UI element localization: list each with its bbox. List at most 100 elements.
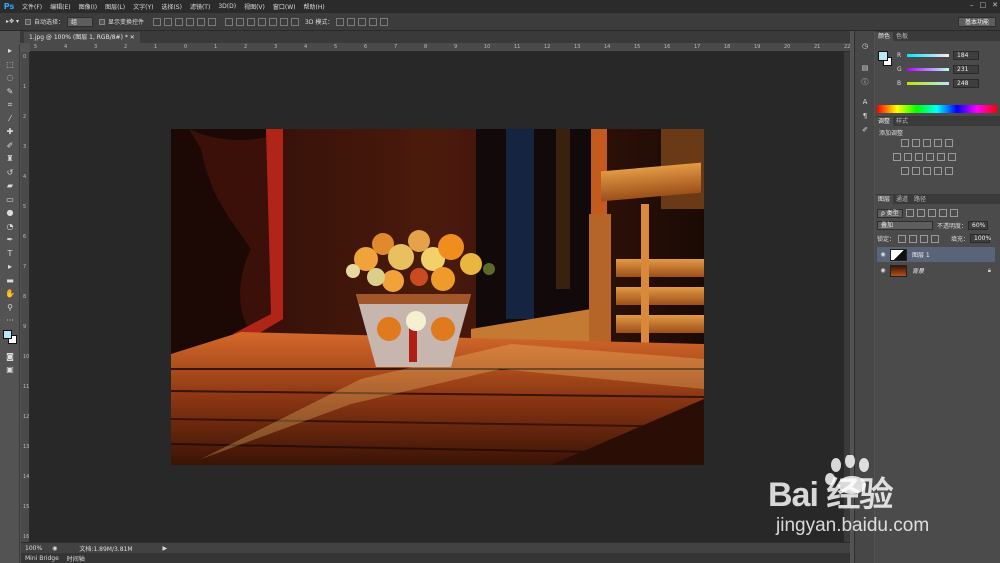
menu-window[interactable]: 窗口(W) xyxy=(269,2,300,11)
show-transform-option[interactable]: 显示变换控件 xyxy=(98,17,144,26)
black-white-icon[interactable] xyxy=(915,153,923,161)
tab-close-icon[interactable]: ✕ xyxy=(130,34,135,41)
hue-saturation-icon[interactable] xyxy=(893,153,901,161)
distribute-right-icon[interactable] xyxy=(280,17,288,26)
color-lookup-icon[interactable] xyxy=(948,153,956,161)
lock-transparency-icon[interactable] xyxy=(898,234,907,243)
panel-foreground-swatch[interactable] xyxy=(878,51,888,61)
info-panel-icon[interactable]: ⓘ xyxy=(855,75,875,89)
distribute-bottom-icon[interactable] xyxy=(247,17,255,26)
document-tab[interactable]: 1.jpg @ 100% (图层 1, RGB/8#) * ✕ xyxy=(24,32,140,43)
paragraph-panel-icon[interactable]: ¶ xyxy=(855,109,875,123)
quick-select-tool-icon[interactable]: ✎ xyxy=(0,85,20,99)
zoom-tool-icon[interactable]: ⚲ xyxy=(0,301,20,315)
levels-icon[interactable] xyxy=(912,139,920,147)
menu-image[interactable]: 图像(I) xyxy=(75,2,101,11)
align-top-icon[interactable] xyxy=(153,17,161,26)
exposure-icon[interactable] xyxy=(934,139,942,147)
red-value-field[interactable]: 184 xyxy=(953,51,979,60)
menu-view[interactable]: 视图(V) xyxy=(240,2,269,11)
vertical-scrollbar[interactable] xyxy=(844,52,850,542)
layer-filter-dropdown[interactable]: ρ 类型 xyxy=(877,208,903,218)
distribute-left-icon[interactable] xyxy=(258,17,266,26)
eraser-tool-icon[interactable]: ▰ xyxy=(0,179,20,193)
distribute-top-icon[interactable] xyxy=(225,17,233,26)
menu-3d[interactable]: 3D(D) xyxy=(214,3,240,10)
history-brush-tool-icon[interactable]: ↺ xyxy=(0,166,20,180)
visibility-eye-icon[interactable]: ◉ xyxy=(877,267,889,274)
quick-mask-icon[interactable]: ◙ xyxy=(0,350,20,364)
move-tool-icon[interactable]: ▸ xyxy=(0,44,20,58)
tab-layers[interactable]: 图层 xyxy=(875,195,894,204)
brush-panel-icon[interactable]: ✐ xyxy=(855,123,875,137)
menu-help[interactable]: 帮助(H) xyxy=(300,2,329,11)
mini-bridge-tab[interactable]: Mini Bridge xyxy=(21,555,63,562)
layer-row-layer1[interactable]: ◉ 图层 1 xyxy=(877,247,995,262)
layer-row-background[interactable]: ◉ 背景 🔒︎ xyxy=(877,263,995,278)
menu-type[interactable]: 文字(Y) xyxy=(129,2,157,11)
blur-tool-icon[interactable]: ● xyxy=(0,206,20,220)
history-panel-icon[interactable]: ◷ xyxy=(855,39,875,53)
show-transform-checkbox[interactable] xyxy=(98,18,105,25)
3d-roll-icon[interactable] xyxy=(347,17,356,26)
visibility-eye-icon[interactable]: ◉ xyxy=(877,251,889,258)
minimize-icon[interactable]: – xyxy=(970,1,974,9)
timeline-tab[interactable]: 时间轴 xyxy=(63,554,89,563)
tab-adjustments[interactable]: 调整 xyxy=(875,117,894,126)
lasso-tool-icon[interactable]: ◌ xyxy=(0,71,20,85)
align-vcenter-icon[interactable] xyxy=(164,17,172,26)
posterize-icon[interactable] xyxy=(912,167,920,175)
healing-brush-tool-icon[interactable]: ✚ xyxy=(0,125,20,139)
tab-paths[interactable]: 路径 xyxy=(911,195,929,204)
green-slider[interactable] xyxy=(907,68,949,71)
brightness-contrast-icon[interactable] xyxy=(901,139,909,147)
opacity-field[interactable]: 60% xyxy=(968,221,989,230)
photo-filter-icon[interactable] xyxy=(926,153,934,161)
crop-tool-icon[interactable]: ⌗ xyxy=(0,98,20,112)
maximize-icon[interactable]: □ xyxy=(980,1,987,9)
eyedropper-tool-icon[interactable]: ⁄ xyxy=(0,112,20,126)
brush-tool-icon[interactable]: ✐ xyxy=(0,139,20,153)
auto-select-dropdown[interactable]: 组 xyxy=(66,16,93,27)
fill-field[interactable]: 100% xyxy=(970,234,991,243)
screen-mode-icon[interactable]: ▣ xyxy=(0,363,20,377)
marquee-tool-icon[interactable]: ⬚ xyxy=(0,58,20,72)
3d-slide-icon[interactable] xyxy=(369,17,378,26)
tab-swatches[interactable]: 色板 xyxy=(893,32,911,41)
menu-filter[interactable]: 滤镜(T) xyxy=(186,2,214,11)
invert-icon[interactable] xyxy=(901,167,909,175)
path-select-tool-icon[interactable]: ▸ xyxy=(0,260,20,274)
lock-position-icon[interactable] xyxy=(920,234,929,243)
gradient-tool-icon[interactable]: ▭ xyxy=(0,193,20,207)
vibrance-icon[interactable] xyxy=(945,139,953,147)
canvas-area[interactable] xyxy=(30,52,850,542)
green-value-field[interactable]: 231 xyxy=(953,65,979,74)
3d-pan-icon[interactable] xyxy=(358,17,367,26)
menu-layer[interactable]: 图层(L) xyxy=(101,2,129,11)
filter-pixel-icon[interactable] xyxy=(905,209,914,217)
threshold-icon[interactable] xyxy=(923,167,931,175)
filter-type-icon[interactable] xyxy=(927,209,936,217)
channel-mixer-icon[interactable] xyxy=(937,153,945,161)
character-panel-icon[interactable]: A xyxy=(855,95,875,109)
move-tool-icon[interactable]: ▸✥ ▾ xyxy=(6,18,19,25)
menu-edit[interactable]: 编辑(E) xyxy=(46,2,74,11)
distribute-hcenter-icon[interactable] xyxy=(269,17,277,26)
tab-styles[interactable]: 样式 xyxy=(893,117,911,126)
clone-stamp-tool-icon[interactable]: ♜ xyxy=(0,152,20,166)
hand-tool-icon[interactable]: ✋ xyxy=(0,287,20,301)
blue-slider[interactable] xyxy=(907,82,949,85)
color-spectrum[interactable] xyxy=(877,105,997,113)
color-swatches[interactable] xyxy=(0,328,20,350)
properties-panel-icon[interactable]: ▤ xyxy=(855,61,875,75)
auto-select-checkbox[interactable] xyxy=(24,18,31,25)
document-image[interactable] xyxy=(171,129,704,465)
menu-select[interactable]: 选择(S) xyxy=(157,2,186,11)
red-slider[interactable] xyxy=(907,54,949,57)
status-menu-arrow-icon[interactable]: ▶ xyxy=(163,545,168,552)
pen-tool-icon[interactable]: ✒ xyxy=(0,233,20,247)
type-tool-icon[interactable]: T xyxy=(0,247,20,261)
align-hcenter-icon[interactable] xyxy=(197,17,205,26)
align-left-icon[interactable] xyxy=(186,17,194,26)
more-tools-icon[interactable]: ··· xyxy=(0,314,20,328)
